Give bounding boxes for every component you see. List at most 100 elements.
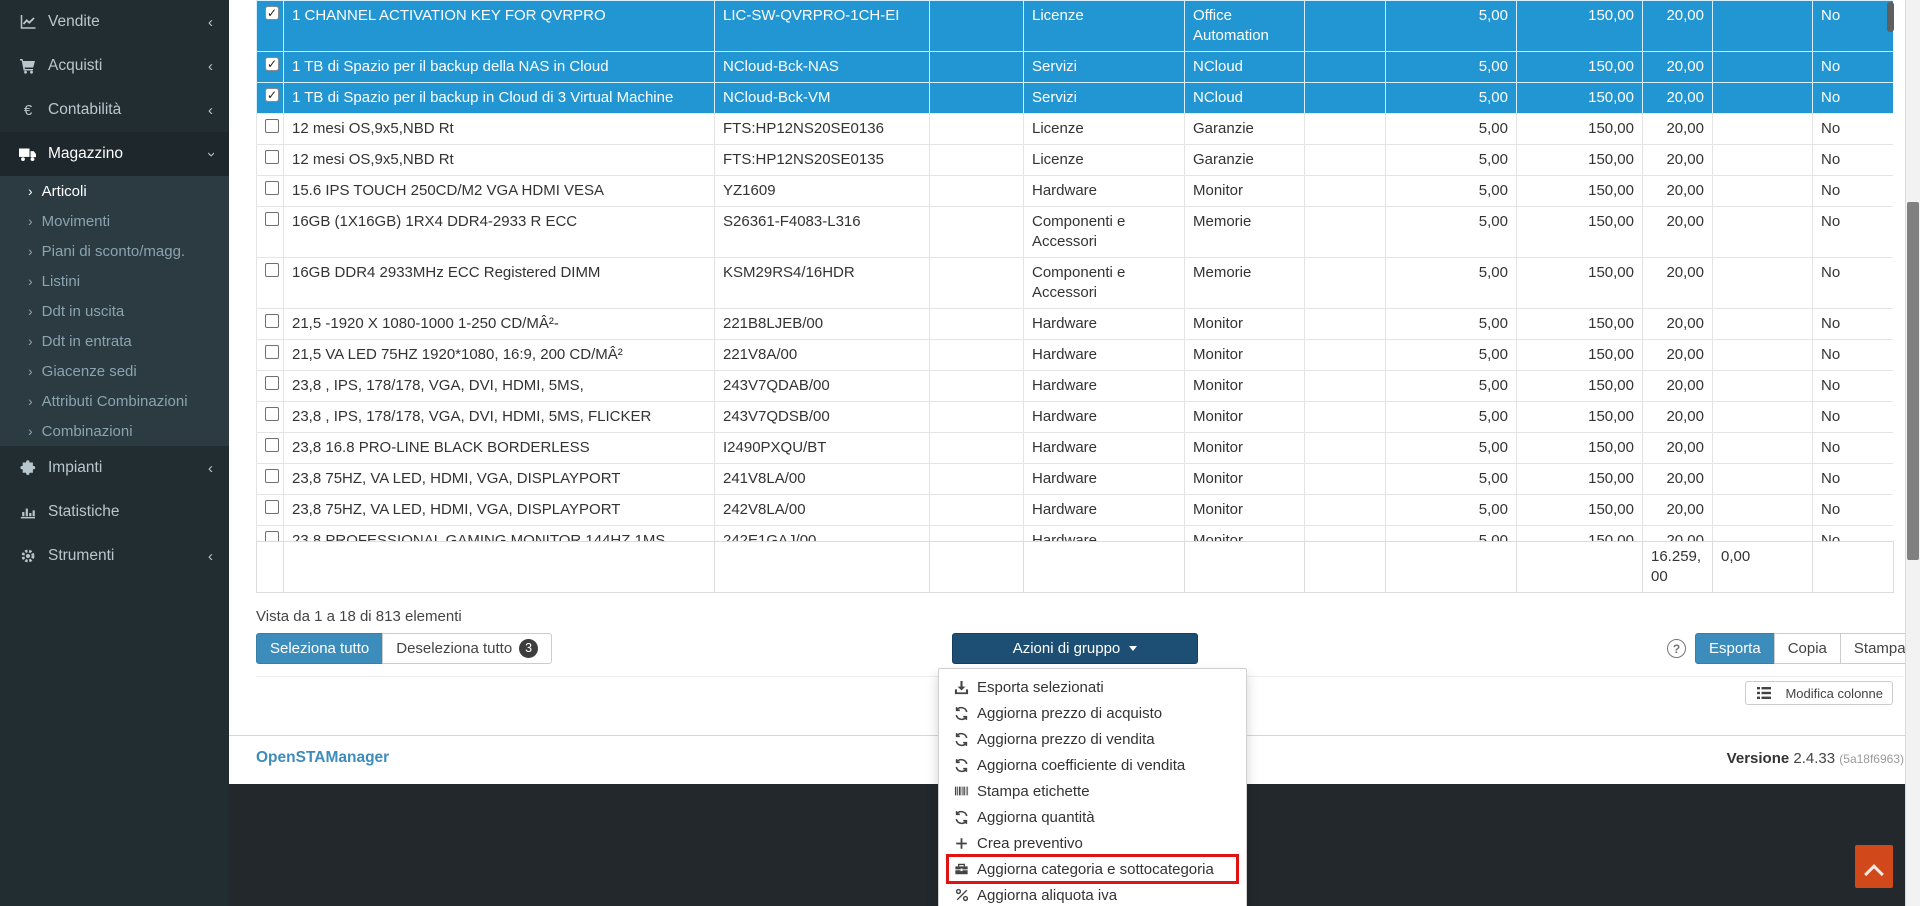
menu-item-stampa-etichette[interactable]: Stampa etichette — [939, 778, 1246, 804]
row-checkbox[interactable] — [265, 6, 279, 20]
select-all-button[interactable]: Seleziona tutto — [256, 633, 383, 664]
table-cell: 150,00 — [1517, 495, 1643, 526]
row-checkbox[interactable] — [265, 531, 279, 541]
table-cell — [1713, 402, 1813, 433]
sidebar-item-vendite[interactable]: Vendite‹ — [0, 0, 229, 44]
table-row[interactable]: 23.8 PROFESSIONAL GAMING MONITOR 144HZ 1… — [257, 526, 1894, 542]
percent-icon — [953, 888, 970, 902]
table-row[interactable]: 21,5 -1920 X 1080-1000 1-250 CD/MÂ²-221B… — [257, 309, 1894, 340]
row-checkbox[interactable] — [265, 345, 279, 359]
checkbox-cell — [257, 526, 284, 542]
sidebar-item-statistiche[interactable]: Statistiche — [0, 490, 229, 534]
totals-cell — [930, 542, 1024, 593]
table-cell: S26361-F4083-L316 — [715, 207, 930, 258]
menu-item-aggiorna-prezzo-di-vendita[interactable]: Aggiorna prezzo di vendita — [939, 726, 1246, 752]
page-scrollbar[interactable] — [1905, 0, 1920, 906]
row-checkbox[interactable] — [265, 150, 279, 164]
table-cell: No — [1813, 207, 1894, 258]
sidebar-subitem-movimenti[interactable]: ›Movimenti — [0, 206, 229, 236]
edit-columns-button[interactable]: Modifica colonne — [1745, 681, 1893, 705]
sidebar-subitem-piani-di-sconto-magg[interactable]: ›Piani di sconto/magg. — [0, 236, 229, 266]
sidebar-item-contabilit[interactable]: €Contabilità‹ — [0, 88, 229, 132]
row-checkbox[interactable] — [265, 119, 279, 133]
row-checkbox[interactable] — [265, 57, 279, 71]
table-cell — [930, 526, 1024, 542]
brand-link[interactable]: OpenSTAManager — [256, 749, 389, 767]
menu-item-aggiorna-prezzo-di-acquisto[interactable]: Aggiorna prezzo di acquisto — [939, 700, 1246, 726]
page-scrollbar-thumb[interactable] — [1907, 202, 1919, 560]
table-row[interactable]: 12 mesi OS,9x5,NBD RtFTS:HP12NS20SE0136L… — [257, 114, 1894, 145]
table-cell — [1305, 145, 1386, 176]
deselect-all-button[interactable]: Deseleziona tutto3 — [382, 633, 552, 664]
sidebar-subitem-articoli[interactable]: ›Articoli — [0, 176, 229, 206]
row-checkbox[interactable] — [265, 500, 279, 514]
sidebar-item-label: Vendite — [48, 13, 208, 31]
table-row[interactable]: 23,8 16.8 PRO-LINE BLACK BORDERLESSI2490… — [257, 433, 1894, 464]
checkbox-cell — [257, 258, 284, 309]
menu-item-aggiorna-quantit[interactable]: Aggiorna quantità — [939, 804, 1246, 830]
scroll-to-top-button[interactable] — [1855, 845, 1893, 888]
checkbox-cell — [257, 371, 284, 402]
table-cell: 150,00 — [1517, 258, 1643, 309]
group-actions-button[interactable]: Azioni di gruppo — [952, 633, 1198, 664]
barcode-icon — [953, 784, 970, 798]
sidebar-subitem-ddt-in-uscita[interactable]: ›Ddt in uscita — [0, 296, 229, 326]
table-scrollbar-thumb[interactable] — [1887, 2, 1894, 32]
menu-item-aggiorna-aliquota-iva[interactable]: Aggiorna aliquota iva — [939, 882, 1246, 906]
sidebar: Vendite‹Acquisti‹€Contabilità‹Magazzino‹… — [0, 0, 229, 906]
table-row[interactable]: 23,8 75HZ, VA LED, HDMI, VGA, DISPLAYPOR… — [257, 464, 1894, 495]
row-checkbox[interactable] — [265, 438, 279, 452]
table-row[interactable]: 16GB (1X16GB) 1RX4 DDR4-2933 R ECCS26361… — [257, 207, 1894, 258]
sidebar-item-acquisti[interactable]: Acquisti‹ — [0, 44, 229, 88]
table-row[interactable]: 15.6 IPS TOUCH 250CD/M2 VGA HDMI VESAYZ1… — [257, 176, 1894, 207]
table-cell: Monitor — [1185, 495, 1305, 526]
table-cell: Licenze — [1024, 1, 1185, 52]
table-row[interactable]: 1 TB di Spazio per il backup in Cloud di… — [257, 83, 1894, 114]
table-row[interactable]: 23,8 , IPS, 178/178, VGA, DVI, HDMI, 5MS… — [257, 371, 1894, 402]
table-cell — [1305, 402, 1386, 433]
table-row[interactable]: 1 CHANNEL ACTIVATION KEY FOR QVRPROLIC-S… — [257, 1, 1894, 52]
menu-item-crea-preventivo[interactable]: Crea preventivo — [939, 830, 1246, 856]
row-checkbox[interactable] — [265, 181, 279, 195]
table-cell: 5,00 — [1386, 1, 1517, 52]
help-icon[interactable]: ? — [1667, 639, 1686, 658]
sidebar-item-strumenti[interactable]: Strumenti‹ — [0, 534, 229, 578]
sidebar-subitem-giacenze-sedi[interactable]: ›Giacenze sedi — [0, 356, 229, 386]
sidebar-subitem-combinazioni[interactable]: ›Combinazioni — [0, 416, 229, 446]
row-checkbox[interactable] — [265, 469, 279, 483]
table-cell: 20,00 — [1643, 52, 1713, 83]
sidebar-item-magazzino[interactable]: Magazzino‹ — [0, 132, 229, 176]
row-checkbox[interactable] — [265, 407, 279, 421]
row-checkbox[interactable] — [265, 212, 279, 226]
export-button[interactable]: Esporta — [1695, 633, 1775, 664]
row-checkbox[interactable] — [265, 314, 279, 328]
table-scroll-area[interactable]: 1 CHANNEL ACTIVATION KEY FOR QVRPROLIC-S… — [256, 0, 1893, 541]
copy-button[interactable]: Copia — [1774, 633, 1841, 664]
refresh-icon — [953, 758, 970, 773]
menu-item-aggiorna-coefficiente-di-vendita[interactable]: Aggiorna coefficiente di vendita — [939, 752, 1246, 778]
table-row[interactable]: 16GB DDR4 2933MHz ECC Registered DIMMKSM… — [257, 258, 1894, 309]
sidebar-subitem-attributi-combinazioni[interactable]: ›Attributi Combinazioni — [0, 386, 229, 416]
group-actions-label: Azioni di gruppo — [1013, 640, 1121, 657]
table-cell: Servizi — [1024, 83, 1185, 114]
sidebar-subitem-ddt-in-entrata[interactable]: ›Ddt in entrata — [0, 326, 229, 356]
table-cell: Office Automation — [1185, 1, 1305, 52]
menu-item-label: Aggiorna aliquota iva — [977, 887, 1117, 904]
table-cell — [930, 1, 1024, 52]
chevron-right-icon: › — [28, 273, 33, 289]
row-checkbox[interactable] — [265, 263, 279, 277]
table-row[interactable]: 23,8 75HZ, VA LED, HDMI, VGA, DISPLAYPOR… — [257, 495, 1894, 526]
table-cell — [1713, 433, 1813, 464]
sidebar-subitem-listini[interactable]: ›Listini — [0, 266, 229, 296]
table-row[interactable]: 23,8 , IPS, 178/178, VGA, DVI, HDMI, 5MS… — [257, 402, 1894, 433]
menu-item-esporta-selezionati[interactable]: Esporta selezionati — [939, 674, 1246, 700]
row-checkbox[interactable] — [265, 376, 279, 390]
row-checkbox[interactable] — [265, 88, 279, 102]
table-cell: 242E1GAJ/00 — [715, 526, 930, 542]
table-cell — [930, 114, 1024, 145]
table-row[interactable]: 1 TB di Spazio per il backup della NAS i… — [257, 52, 1894, 83]
sidebar-item-impianti[interactable]: Impianti‹ — [0, 446, 229, 490]
table-row[interactable]: 21,5 VA LED 75HZ 1920*1080, 16:9, 200 CD… — [257, 340, 1894, 371]
menu-item-aggiorna-categoria-e-sottocategoria[interactable]: Aggiorna categoria e sottocategoria — [939, 856, 1246, 882]
table-row[interactable]: 12 mesi OS,9x5,NBD RtFTS:HP12NS20SE0135L… — [257, 145, 1894, 176]
